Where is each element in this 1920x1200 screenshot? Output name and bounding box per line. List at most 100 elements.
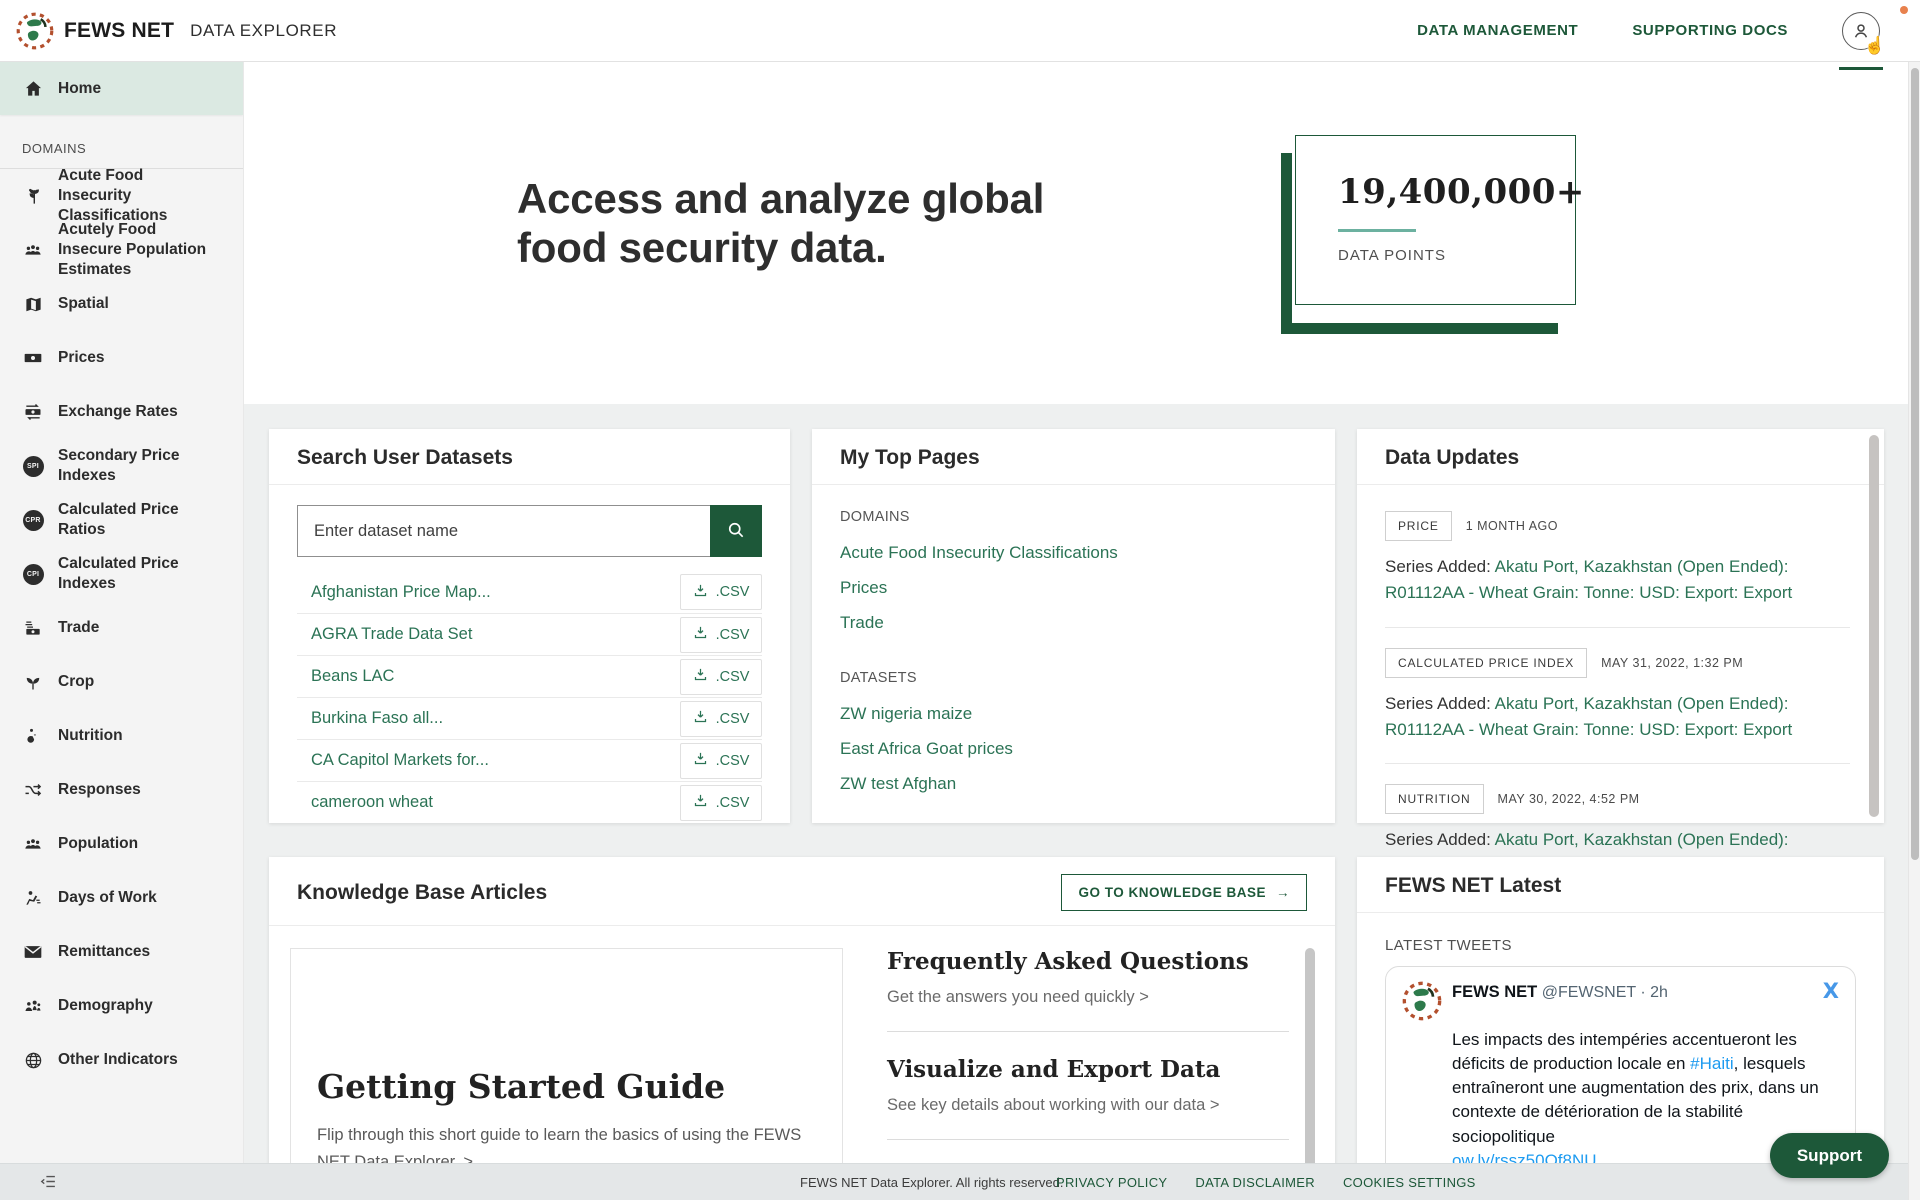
copyright-text: FEWS NET Data Explorer. All rights reser… [800, 1175, 1063, 1190]
dataset-link[interactable]: AGRA Trade Data Set [297, 625, 472, 644]
arrow-right-icon: → [1276, 885, 1290, 900]
csv-download-button[interactable]: .CSV [680, 574, 762, 610]
data-disclaimer-link[interactable]: DATA DISCLAIMER [1195, 1175, 1315, 1190]
sidebar-item-other-indicators[interactable]: Other Indicators [0, 1033, 243, 1087]
tweet-url-link[interactable]: ow.ly/rssz50Qf8NU [1452, 1151, 1597, 1163]
sidebar-item-calculated-price-indexes[interactable]: CPI Calculated Price Indexes [0, 547, 243, 601]
sidebar-item-population[interactable]: Population [0, 817, 243, 871]
data-points-stat-card: 19,400,000+ DATA POINTS [1295, 135, 1576, 305]
dataset-link[interactable]: Afghanistan Price Map... [297, 583, 491, 602]
sidebar-item-demography[interactable]: Demography [0, 979, 243, 1033]
sidebar-item-population-estimates[interactable]: Acutely Food Insecure Population Estimat… [0, 223, 243, 277]
top-page-link[interactable]: Prices [840, 578, 1307, 598]
getting-started-guide-card[interactable]: Getting Started Guide Flip through this … [290, 948, 843, 1163]
kb-article-title[interactable]: Visualize and Export Data [887, 1056, 1289, 1083]
sidebar-collapse-icon[interactable] [40, 1173, 57, 1195]
top-page-link[interactable]: Acute Food Insecurity Classifications [840, 543, 1307, 563]
kb-article-title[interactable]: Frequently Asked Questions [887, 948, 1289, 975]
dataset-link[interactable]: cameroon wheat [297, 793, 433, 812]
sidebar-item-acute-food-insecurity[interactable]: Acute Food Insecurity Classifications [0, 169, 243, 223]
card-header: Search User Datasets [269, 429, 790, 485]
card-title: Data Updates [1385, 446, 1519, 470]
domains-section-label: DOMAINS [840, 509, 1307, 525]
go-to-knowledge-base-button[interactable]: GO TO KNOWLEDGE BASE → [1061, 874, 1307, 911]
page-scrollbar[interactable] [1908, 62, 1920, 1200]
dataset-row: cameroon wheat .CSV [297, 781, 762, 823]
top-dataset-link[interactable]: ZW nigeria maize [840, 704, 1307, 724]
sidebar-item-remittances[interactable]: Remittances [0, 925, 243, 979]
sidebar-item-trade[interactable]: Trade [0, 601, 243, 655]
dataset-row: AGRA Trade Data Set .CSV [297, 613, 762, 655]
support-button[interactable]: Support [1770, 1133, 1889, 1178]
download-icon [693, 709, 708, 728]
header-nav: DATA MANAGEMENT SUPPORTING DOCS ☝ [1417, 12, 1894, 50]
data-updates-list: PRICE 1 MONTH AGO Series Added: Akatu Po… [1357, 485, 1884, 901]
user-menu[interactable]: ☝ [1842, 12, 1880, 50]
sidebar-item-label: Spatial [58, 294, 109, 314]
search-input[interactable] [297, 505, 710, 557]
kb-article: Frequently Asked Questions Get the answe… [887, 948, 1289, 1007]
privacy-policy-link[interactable]: PRIVACY POLICY [1056, 1175, 1167, 1190]
update-text: Series Added: Akatu Port, Kazakhstan (Op… [1385, 691, 1850, 744]
sidebar-item-prices[interactable]: Prices [0, 331, 243, 385]
csv-download-button[interactable]: .CSV [680, 659, 762, 695]
card-scrollbar[interactable] [1869, 435, 1879, 817]
sidebar-item-label: Crop [58, 672, 94, 692]
nav-data-management[interactable]: DATA MANAGEMENT [1417, 22, 1578, 39]
kb-article-link[interactable]: See key details about working with our d… [887, 1096, 1289, 1115]
card-header: My Top Pages [812, 429, 1335, 485]
sidebar-item-label: Trade [58, 618, 99, 638]
responses-icon [22, 780, 44, 800]
card-title: Knowledge Base Articles [297, 881, 547, 905]
csv-download-button[interactable]: .CSV [680, 617, 762, 653]
nav-supporting-docs[interactable]: SUPPORTING DOCS [1632, 22, 1788, 39]
footer-links: PRIVACY POLICY DATA DISCLAIMER COOKIES S… [1056, 1175, 1476, 1190]
sidebar-item-days-of-work[interactable]: Days of Work [0, 871, 243, 925]
top-dataset-link[interactable]: ZW test Afghan [840, 774, 1307, 794]
download-icon [693, 793, 708, 812]
csv-download-button[interactable]: .CSV [680, 743, 762, 779]
sidebar-item-secondary-price-indexes[interactable]: SPI Secondary Price Indexes [0, 439, 243, 493]
x-twitter-icon[interactable]: X [1823, 979, 1839, 1003]
stat-underline [1338, 229, 1416, 232]
data-update-entry: PRICE 1 MONTH AGO Series Added: Akatu Po… [1385, 511, 1850, 628]
active-nav-underline [1839, 67, 1883, 70]
cookies-settings-link[interactable]: COOKIES SETTINGS [1343, 1175, 1476, 1190]
guide-link-text[interactable]: Flip through this short guide to learn t… [317, 1122, 807, 1163]
kb-article-link[interactable]: Get the answers you need quickly > [887, 988, 1289, 1007]
trade-icon [22, 618, 44, 638]
top-page-link[interactable]: Trade [840, 613, 1307, 633]
tweet-avatar [1402, 981, 1442, 1026]
csv-download-button[interactable]: .CSV [680, 785, 762, 821]
sidebar-item-label: Acutely Food Insecure Population Estimat… [58, 220, 216, 280]
guide-title: Getting Started Guide [317, 1067, 816, 1106]
globe-icon [22, 1051, 44, 1070]
search-user-datasets-card: Search User Datasets Afghanistan Price M… [269, 429, 790, 823]
user-avatar-icon[interactable] [1842, 12, 1880, 50]
dataset-link[interactable]: CA Capitol Markets for... [297, 751, 489, 770]
sidebar-item-calculated-price-ratios[interactable]: CPR Calculated Price Ratios [0, 493, 243, 547]
map-icon [22, 295, 44, 314]
tweet-author: FEWS NET [1452, 983, 1537, 1001]
sidebar-item-nutrition[interactable]: Nutrition [0, 709, 243, 763]
dataset-link[interactable]: Burkina Faso all... [297, 709, 443, 728]
sidebar-item-spatial[interactable]: Spatial [0, 277, 243, 331]
hero-heading: Access and analyze global food security … [517, 174, 1097, 272]
sidebar-item-crop[interactable]: Crop [0, 655, 243, 709]
update-timestamp: MAY 31, 2022, 1:32 PM [1601, 656, 1743, 670]
search-button[interactable] [710, 505, 762, 557]
top-dataset-link[interactable]: East Africa Goat prices [840, 739, 1307, 759]
brand-lockup[interactable]: FEWS NET DATA EXPLORER [16, 12, 337, 50]
dataset-link[interactable]: Beans LAC [297, 667, 394, 686]
dataset-list: Afghanistan Price Map... .CSV AGRA Trade… [297, 571, 762, 823]
demography-icon [22, 996, 44, 1016]
sidebar-item-home[interactable]: Home [0, 62, 243, 115]
cpr-badge-icon: CPR [22, 510, 44, 531]
article-list-scrollbar[interactable] [1305, 948, 1315, 1163]
sidebar-item-exchange-rates[interactable]: Exchange Rates [0, 385, 243, 439]
csv-download-button[interactable]: .CSV [680, 701, 762, 737]
hashtag-link[interactable]: #Haiti [1690, 1054, 1733, 1073]
sidebar-item-responses[interactable]: Responses [0, 763, 243, 817]
fewsnet-globe-logo-icon [16, 12, 54, 50]
people-icon [22, 240, 44, 260]
